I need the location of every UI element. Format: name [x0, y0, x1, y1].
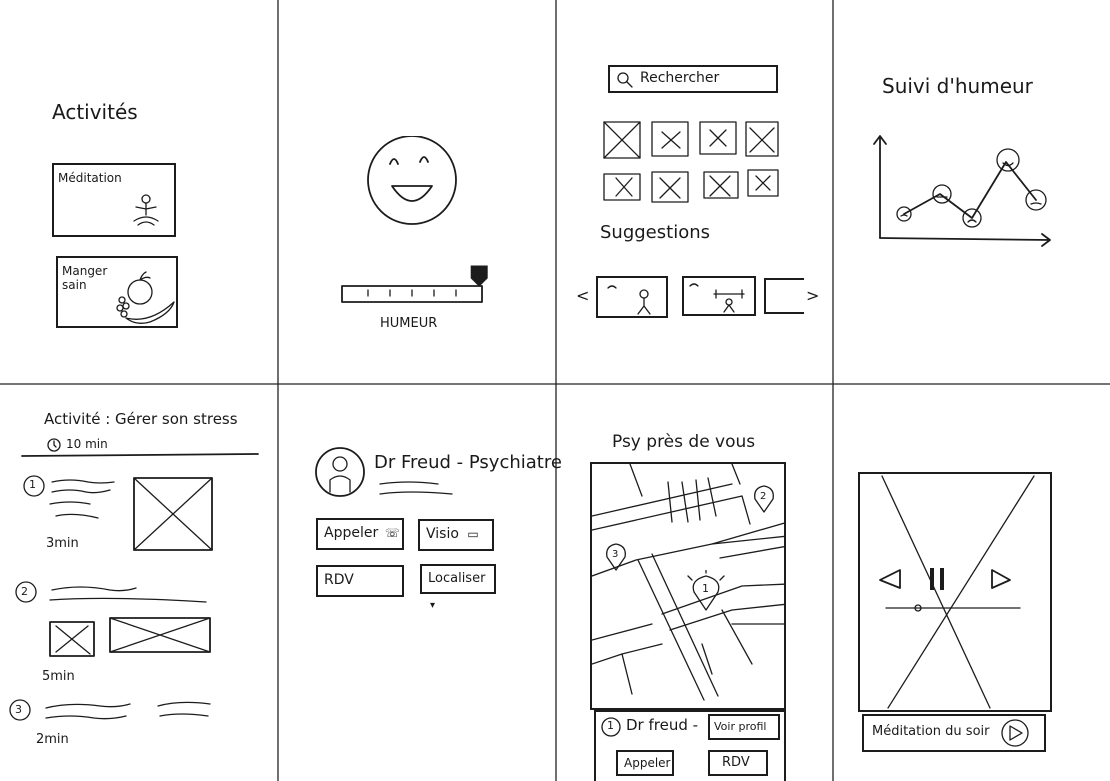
card-meditation[interactable]: Méditation	[52, 163, 176, 237]
mood-slider[interactable]	[338, 262, 498, 312]
search-placeholder: Rechercher	[640, 70, 720, 86]
map-result-card[interactable]: 1 Dr freud - Voir profil Appeler RDV	[594, 710, 786, 781]
map-title: Psy près de vous	[612, 432, 756, 452]
activity-thumbnail-grid[interactable]	[600, 118, 790, 208]
location-pin-icon: ▾	[430, 600, 436, 611]
mood-point-4	[996, 148, 1020, 172]
storyboard: Activités Méditation Manger sain HUMEUR …	[0, 0, 1110, 781]
search-input[interactable]: Rechercher	[608, 65, 778, 93]
activity-steps-sketch	[9, 453, 259, 721]
result-call-button[interactable]: Appeler	[616, 750, 674, 776]
suggestion-card-2[interactable]	[682, 276, 756, 316]
player-placeholder-cross	[881, 475, 1035, 709]
happy-face-icon	[367, 136, 457, 225]
rdv-button[interactable]: RDV	[316, 565, 404, 597]
result-doctor-name: Dr freud -	[626, 716, 699, 734]
result-rdv-label: RDV	[722, 755, 750, 770]
result-rdv-button[interactable]: RDV	[708, 750, 768, 776]
mood-slider-thumb[interactable]	[470, 265, 488, 287]
mood-slider-label: HUMEUR	[380, 316, 438, 331]
play-button[interactable]	[1000, 718, 1030, 748]
meditation-person-icon	[133, 194, 159, 226]
call-button[interactable]: Appeler ☏	[316, 518, 404, 550]
prev-triangle-icon[interactable]	[876, 568, 906, 592]
visio-button[interactable]: Visio ▭	[418, 519, 494, 551]
chart-x-axis	[879, 233, 1051, 247]
carousel-prev-button[interactable]: <	[576, 286, 589, 305]
step-3-duration: 2min	[36, 732, 69, 747]
player-track-bar: Méditation du soir	[862, 714, 1046, 752]
doctor-description-scribble	[379, 481, 453, 495]
locate-button[interactable]: Localiser ▾	[420, 564, 496, 611]
player-track-title: Méditation du soir	[872, 724, 990, 739]
next-triangle-icon[interactable]	[988, 568, 1018, 592]
result-call-label: Appeler	[624, 756, 671, 770]
carousel-next-button[interactable]: >	[806, 286, 819, 305]
player-progress-bar[interactable]	[884, 602, 1024, 616]
activity-detail-title: Activité : Gérer son stress	[44, 410, 238, 428]
doctor-name: Dr Freud - Psychiatre	[374, 452, 562, 473]
suggestion-card-1[interactable]	[596, 276, 668, 318]
card-healthy-eating[interactable]: Manger sain	[56, 256, 178, 328]
pause-icon[interactable]	[926, 566, 950, 594]
step-1-number: 1	[29, 478, 36, 491]
activities-title: Activités	[52, 100, 138, 124]
locate-button-label: Localiser	[428, 571, 486, 586]
doctor-avatar	[315, 447, 365, 497]
mood-tracking-title: Suivi d'humeur	[882, 74, 1033, 98]
fruits-icon	[116, 271, 175, 324]
map-marker-1-label: 1	[702, 582, 709, 595]
weightlifting-icon	[689, 283, 745, 313]
map-view[interactable]: 1 2 3	[590, 462, 786, 710]
step-3-number: 3	[15, 703, 22, 716]
chart-y-axis	[873, 135, 887, 239]
visio-button-label: Visio	[426, 526, 459, 542]
mood-point-2	[932, 184, 952, 204]
rdv-button-label: RDV	[324, 572, 354, 588]
player-video-area[interactable]	[858, 472, 1052, 712]
call-button-label: Appeler	[324, 525, 379, 541]
suggestion-card-3[interactable]	[764, 278, 804, 314]
result-number: 1	[607, 719, 614, 732]
walking-person-icon	[607, 285, 651, 315]
video-camera-icon: ▭	[467, 527, 479, 541]
step-2-duration: 5min	[42, 669, 75, 684]
view-profile-label: Voir profil	[714, 720, 767, 733]
phone-icon: ☏	[384, 526, 400, 540]
step-2-number: 2	[21, 585, 28, 598]
suggestions-title: Suggestions	[600, 222, 710, 243]
map-marker-3-label: 3	[612, 549, 619, 560]
map-marker-2-label: 2	[760, 491, 767, 502]
search-icon	[617, 72, 633, 88]
card-meditation-label: Méditation	[58, 171, 122, 185]
mood-line-chart	[873, 135, 1051, 247]
step-1-duration: 3min	[46, 536, 79, 551]
view-profile-button[interactable]: Voir profil	[708, 714, 780, 740]
